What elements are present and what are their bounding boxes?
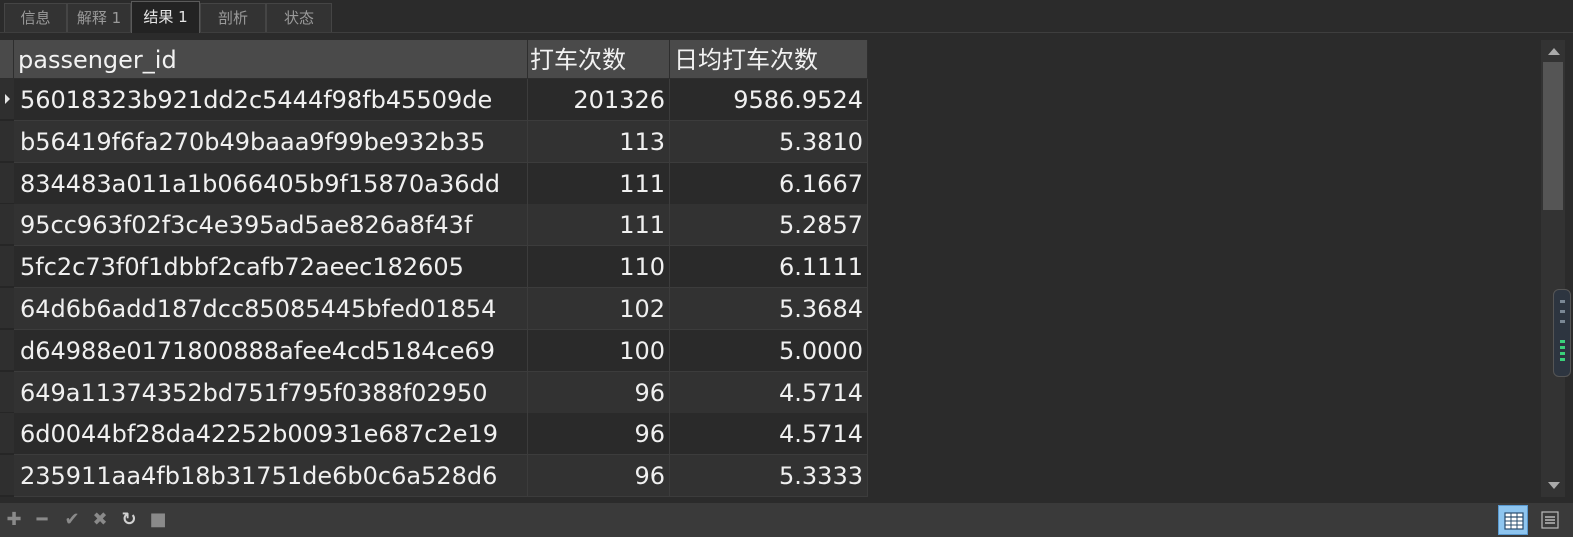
form-view-button[interactable] <box>1535 505 1565 535</box>
stop-icon[interactable]: ■ <box>147 509 169 531</box>
query-result-window: 信息 解释 1 结果 1 剖析 状态 passenger_id 打车次数 日均打… <box>0 0 1573 537</box>
row-selector[interactable] <box>0 330 14 371</box>
side-panel-handle[interactable] <box>1553 289 1571 377</box>
cell-daily-ride-count[interactable]: 5.0000 <box>670 330 868 372</box>
current-row-icon <box>5 94 10 104</box>
cell-ride-count[interactable]: 96 <box>528 372 670 414</box>
row-selector[interactable] <box>0 246 14 287</box>
table-row[interactable]: 64d6b6add187dcc85085445bfed01854 102 5.368… <box>14 288 868 330</box>
row-selector[interactable] <box>0 204 14 245</box>
cell-ride-count[interactable]: 96 <box>528 413 670 455</box>
cell-passenger-id[interactable]: 64d6b6add187dcc85085445bfed01854 <box>14 288 528 330</box>
grid-view-button[interactable] <box>1498 505 1528 535</box>
row-selector[interactable] <box>0 455 14 496</box>
table-row[interactable]: 834483a011a1b066405b9f15870a36dd 111 6.166… <box>14 163 868 205</box>
handle-grip-icon <box>1560 300 1565 303</box>
form-view-icon <box>1541 511 1559 529</box>
cell-daily-ride-count[interactable]: 5.2857 <box>670 204 868 246</box>
cell-passenger-id[interactable]: 834483a011a1b066405b9f15870a36dd <box>14 163 528 205</box>
cell-passenger-id[interactable]: 649a11374352bd751f795f0388f02950 <box>14 372 528 414</box>
cell-daily-ride-count[interactable]: 5.3810 <box>670 121 868 163</box>
cell-passenger-id[interactable]: 235911aa4fb18b31751de6b0c6a528d6 <box>14 455 528 497</box>
tab-explain[interactable]: 解释 1 <box>67 3 131 32</box>
cell-passenger-id[interactable]: d64988e0171800888afee4cd5184ce69 <box>14 330 528 372</box>
plus-icon[interactable]: ✚ <box>3 509 25 531</box>
cell-daily-ride-count[interactable]: 4.5714 <box>670 413 868 455</box>
minus-icon[interactable]: ━ <box>31 509 53 531</box>
row-selector[interactable] <box>0 372 14 413</box>
handle-grip-line <box>1560 358 1565 361</box>
handle-grip-line <box>1560 310 1565 313</box>
cell-ride-count[interactable]: 201326 <box>528 79 670 121</box>
scroll-up-icon[interactable] <box>1548 48 1560 55</box>
tab-result[interactable]: 结果 1 <box>131 1 200 33</box>
scroll-down-icon[interactable] <box>1548 482 1560 489</box>
table-row[interactable]: 56018323b921dd2c5444f98fb45509de 201326 95… <box>14 79 868 121</box>
table-row[interactable]: 95cc963f02f3c4e395ad5ae826a8f43f 111 5.285… <box>14 204 868 246</box>
cell-ride-count[interactable]: 96 <box>528 455 670 497</box>
cell-daily-ride-count[interactable]: 4.5714 <box>670 372 868 414</box>
grid-view-icon <box>1504 512 1524 530</box>
header-corner <box>0 40 14 79</box>
tab-status[interactable]: 状态 <box>266 3 332 32</box>
row-selector[interactable] <box>0 288 14 329</box>
cell-passenger-id[interactable]: 95cc963f02f3c4e395ad5ae826a8f43f <box>14 204 528 246</box>
vertical-scrollbar[interactable] <box>1541 40 1565 497</box>
row-selector[interactable] <box>0 121 14 162</box>
cell-daily-ride-count[interactable]: 6.1667 <box>670 163 868 205</box>
table-row[interactable]: 649a11374352bd751f795f0388f02950 96 4.5714 <box>14 372 868 414</box>
cell-ride-count[interactable]: 100 <box>528 330 670 372</box>
cell-daily-ride-count[interactable]: 5.3333 <box>670 455 868 497</box>
scrollbar-thumb[interactable] <box>1543 62 1563 210</box>
column-header-ride-count[interactable]: 打车次数 <box>528 40 670 79</box>
check-icon[interactable]: ✔ <box>61 509 83 531</box>
row-selector[interactable] <box>0 413 14 454</box>
cell-ride-count[interactable]: 110 <box>528 246 670 288</box>
cell-ride-count[interactable]: 111 <box>528 163 670 205</box>
handle-grip-line <box>1560 346 1565 349</box>
cell-passenger-id[interactable]: b56419f6fa270b49baaa9f99be932b35 <box>14 121 528 163</box>
table-row[interactable]: 5fc2c73f0f1dbbf2cafb72aeec182605 110 6.111… <box>14 246 868 288</box>
column-header-daily-ride-count[interactable]: 日均打车次数 <box>670 40 868 79</box>
row-selector[interactable] <box>0 163 14 204</box>
cell-passenger-id[interactable]: 6d0044bf28da42252b00931e687c2e19 <box>14 413 528 455</box>
table-row[interactable]: 235911aa4fb18b31751de6b0c6a528d6 96 5.3333 <box>14 455 868 497</box>
cell-ride-count[interactable]: 111 <box>528 204 670 246</box>
cell-daily-ride-count[interactable]: 9586.9524 <box>670 79 868 121</box>
tab-info[interactable]: 信息 <box>4 3 67 32</box>
grid-toolbar: ✚ ━ ✔ ✖ ↻ ■ <box>0 503 1573 537</box>
table-row[interactable]: b56419f6fa270b49baaa9f99be932b35 113 5.381… <box>14 121 868 163</box>
row-selector[interactable] <box>0 79 14 120</box>
cell-daily-ride-count[interactable]: 5.3684 <box>670 288 868 330</box>
table-row[interactable]: d64988e0171800888afee4cd5184ce69 100 5.000… <box>14 330 868 372</box>
cell-ride-count[interactable]: 102 <box>528 288 670 330</box>
cell-passenger-id[interactable]: 56018323b921dd2c5444f98fb45509de <box>14 79 528 121</box>
x-icon[interactable]: ✖ <box>89 509 111 531</box>
cell-ride-count[interactable]: 113 <box>528 121 670 163</box>
handle-grip-line <box>1560 340 1565 343</box>
refresh-icon[interactable]: ↻ <box>118 509 140 531</box>
result-tabbar: 信息 解释 1 结果 1 剖析 状态 <box>0 0 1573 33</box>
grid-header: passenger_id 打车次数 日均打车次数 <box>0 40 868 79</box>
cell-daily-ride-count[interactable]: 6.1111 <box>670 246 868 288</box>
tab-profile[interactable]: 剖析 <box>200 3 266 32</box>
cell-passenger-id[interactable]: 5fc2c73f0f1dbbf2cafb72aeec182605 <box>14 246 528 288</box>
handle-grip-line <box>1560 320 1565 323</box>
table-row[interactable]: 6d0044bf28da42252b00931e687c2e19 96 4.5714 <box>14 413 868 455</box>
column-header-passenger-id[interactable]: passenger_id <box>14 40 528 79</box>
handle-grip-line <box>1560 352 1565 355</box>
